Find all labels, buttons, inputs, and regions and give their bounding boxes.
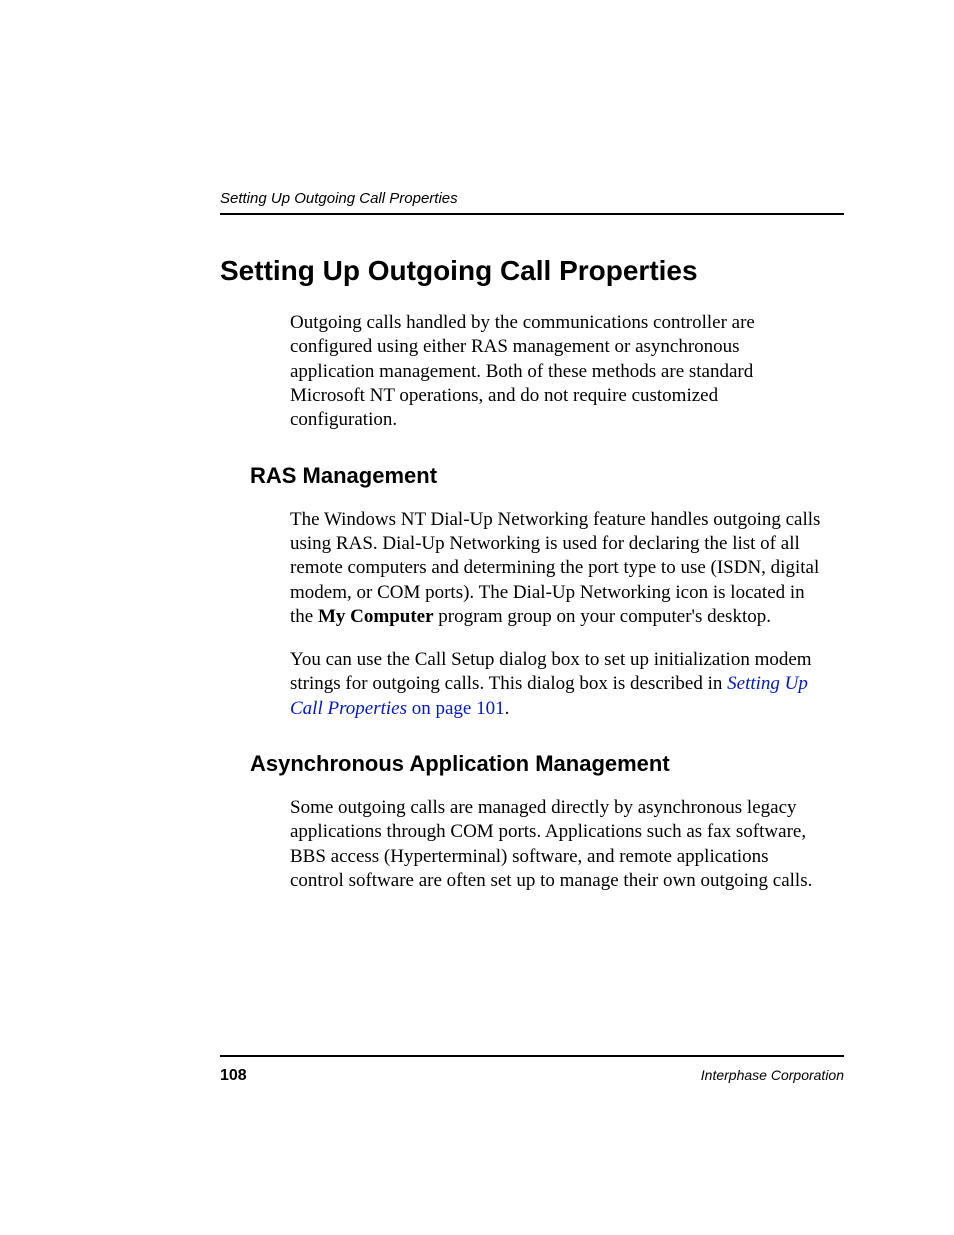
text-run: program group on your computer's desktop… xyxy=(434,606,771,627)
footer-row: 108 Interphase Corporation xyxy=(220,1067,844,1085)
async-paragraph-1: Some outgoing calls are managed directly… xyxy=(290,796,824,893)
ras-paragraph-1: The Windows NT Dial-Up Networking featur… xyxy=(290,508,824,630)
ras-paragraph-2: You can use the Call Setup dialog box to… xyxy=(290,648,824,721)
page-title: Setting Up Outgoing Call Properties xyxy=(220,255,844,287)
footer-rule xyxy=(220,1055,844,1057)
document-page: Setting Up Outgoing Call Properties Sett… xyxy=(0,0,954,1235)
footer-corporation: Interphase Corporation xyxy=(701,1067,844,1083)
section-heading-ras: RAS Management xyxy=(250,463,844,489)
page-number: 108 xyxy=(220,1067,247,1085)
header-rule xyxy=(220,213,844,215)
link-tail-part: on page 101 xyxy=(407,698,505,719)
section-heading-async: Asynchronous Application Management xyxy=(250,751,844,777)
intro-paragraph: Outgoing calls handled by the communicat… xyxy=(290,311,824,433)
bold-my-computer: My Computer xyxy=(318,606,434,627)
page-footer: 108 Interphase Corporation xyxy=(220,1055,844,1085)
text-run: . xyxy=(505,698,510,719)
running-head: Setting Up Outgoing Call Properties xyxy=(220,190,844,207)
